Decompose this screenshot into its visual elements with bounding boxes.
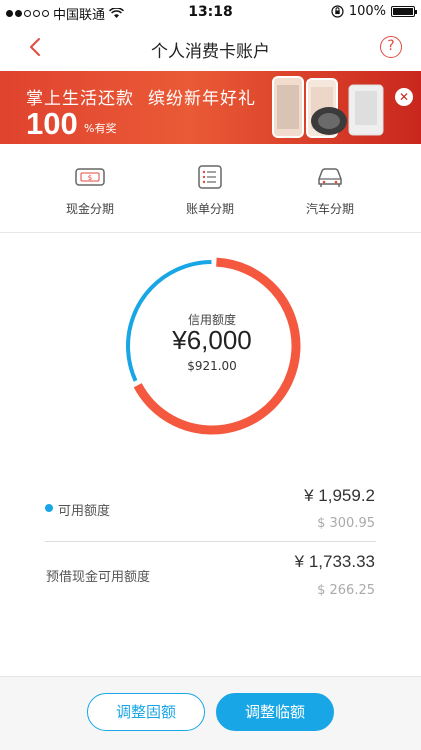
available-credit-label: 可用额度 xyxy=(58,504,111,519)
adjust-fixed-limit-button[interactable]: 调整固额 xyxy=(87,693,205,731)
banner-subtext: %有奖 xyxy=(84,122,117,135)
row-divider xyxy=(45,541,376,542)
car-icon xyxy=(318,168,342,187)
banner-number: 100 xyxy=(26,106,78,141)
orientation-lock-icon xyxy=(331,5,344,18)
cash-advance-amount: ¥ 1,733.33 xyxy=(294,552,375,571)
battery-percent: 100% xyxy=(348,4,386,19)
menu-label-car-installment: 汽车分期 xyxy=(305,202,354,216)
status-bar: 中国联通 13:18 100% xyxy=(0,0,421,24)
menu-item-bill-installment[interactable]: 账单分期 xyxy=(140,145,280,233)
available-credit-amount: ¥ 1,959.2 xyxy=(304,486,375,505)
page-title: 个人消费卡账户 xyxy=(151,42,270,62)
bottom-action-bar: 调整固额 调整临额 xyxy=(0,676,421,750)
installment-menu: $ 现金分期 账单分期 汽车分期 xyxy=(0,145,421,233)
product-gifts-image xyxy=(272,76,384,138)
svg-text:$: $ xyxy=(88,174,92,182)
credit-limit-usd: $921.00 xyxy=(187,359,237,373)
menu-label-bill-installment: 账单分期 xyxy=(185,202,234,216)
bill-list-icon xyxy=(198,165,222,189)
credit-limit-amount: ¥6,000 xyxy=(172,325,252,355)
status-right: 100% xyxy=(331,4,417,19)
navigation-bar: 个人消费卡账户 ? xyxy=(0,24,421,70)
cash-icon: $ xyxy=(75,168,105,186)
battery-icon xyxy=(391,6,417,17)
banner-headline-b: 缤纷新年好礼 xyxy=(148,89,256,109)
cash-advance-usd: $ 266.25 xyxy=(317,583,375,598)
cash-advance-label: 预借现金可用额度 xyxy=(46,570,151,585)
menu-item-cash-installment[interactable]: $ 现金分期 xyxy=(20,145,160,233)
promo-banner[interactable]: 掌上生活还款 缤纷新年好礼 100 %有奖 ✕ xyxy=(0,71,421,144)
menu-item-car-installment[interactable]: 汽车分期 xyxy=(260,145,400,233)
adjust-temp-limit-button[interactable]: 调整临额 xyxy=(216,693,334,731)
menu-label-cash-installment: 现金分期 xyxy=(65,202,114,216)
available-credit-usd: $ 300.95 xyxy=(317,516,375,531)
credit-summary: 信用额度 ¥6,000 $921.00 xyxy=(121,255,303,437)
banner-close-button[interactable]: ✕ xyxy=(395,88,413,106)
help-button[interactable]: ? xyxy=(380,36,402,58)
available-credit-dot xyxy=(45,504,53,512)
